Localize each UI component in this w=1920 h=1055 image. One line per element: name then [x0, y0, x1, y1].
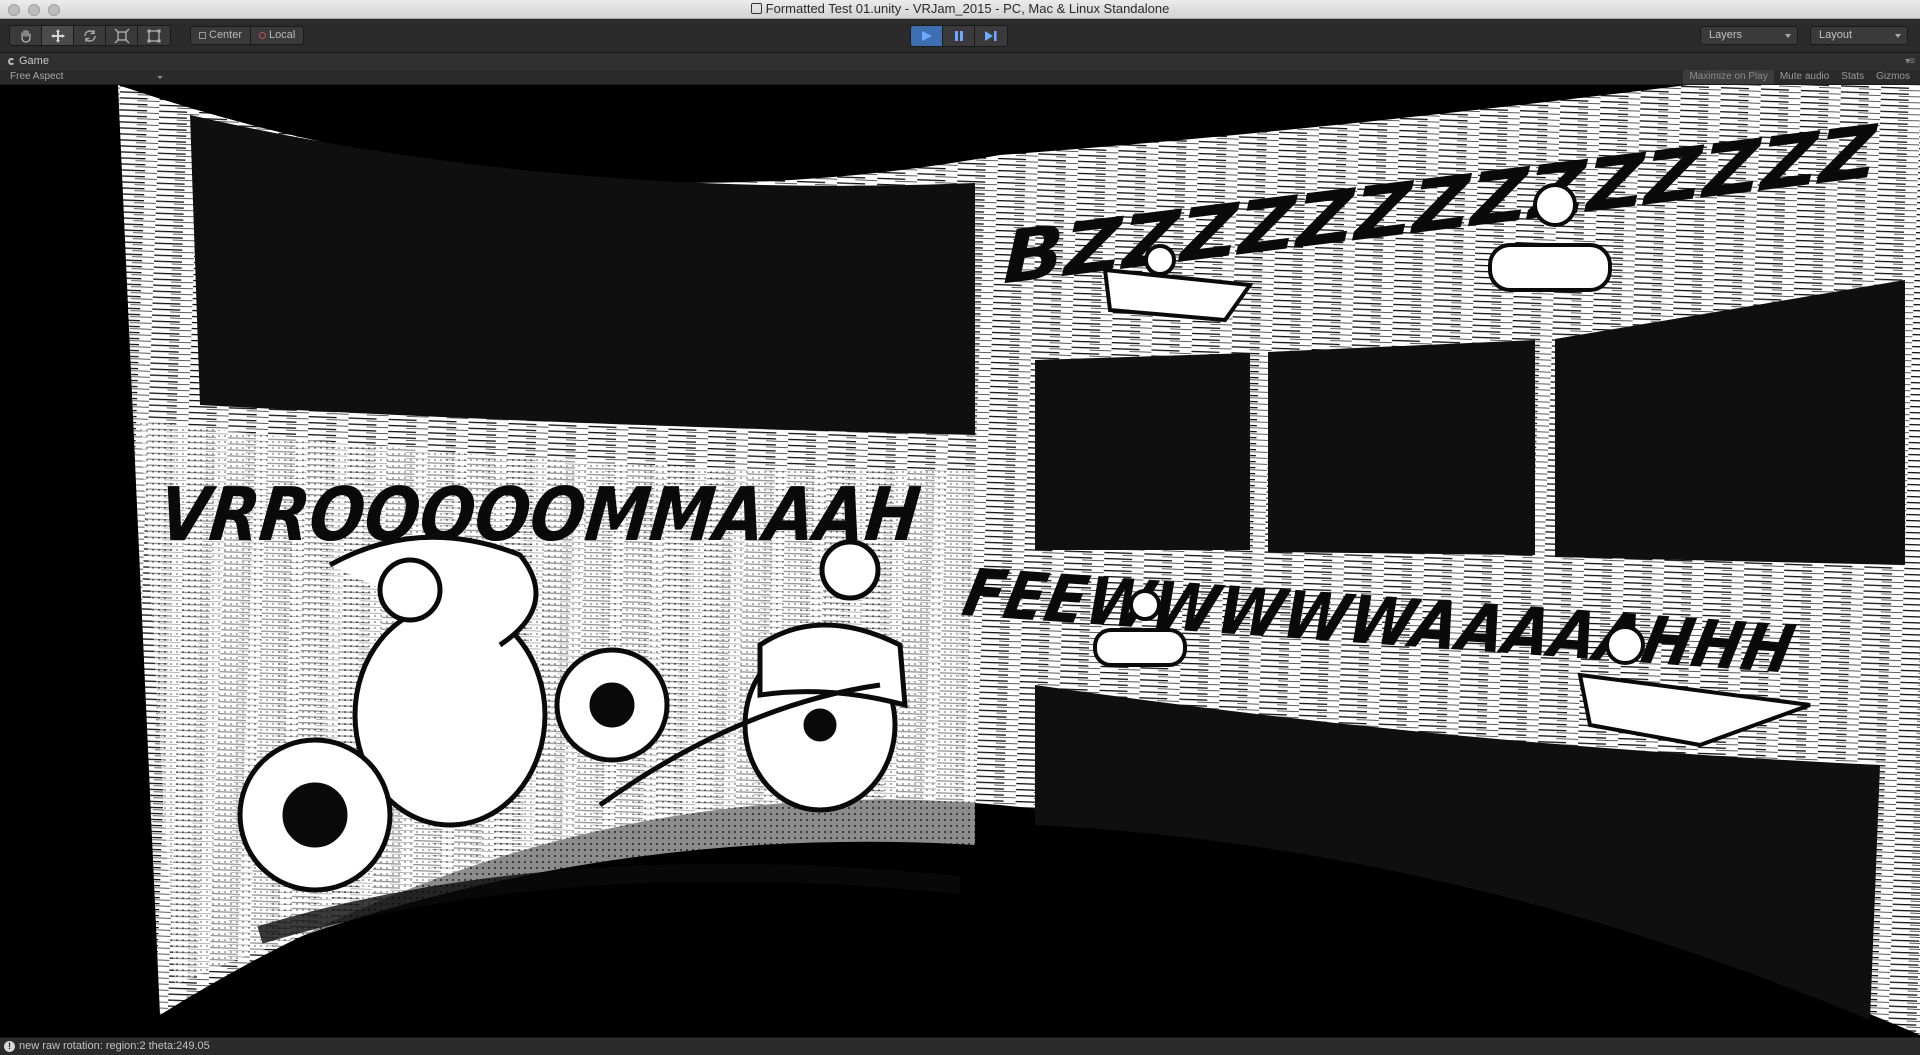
stats-toggle[interactable]: Stats	[1835, 70, 1870, 84]
layout-dropdown[interactable]: Layout	[1810, 26, 1908, 45]
unity-logo-icon	[750, 3, 762, 14]
scale-icon	[114, 28, 129, 43]
playback-controls	[910, 25, 1008, 47]
comic-panel-right-1	[1035, 353, 1250, 550]
rect-tool-button[interactable]	[138, 26, 170, 45]
info-icon: !	[4, 1041, 15, 1052]
step-button[interactable]	[975, 26, 1007, 46]
hand-tool-button[interactable]	[10, 26, 42, 45]
game-controller-icon	[8, 57, 15, 65]
game-view-toggles: Maximize on Play Mute audio Stats Gizmos	[1683, 70, 1916, 84]
pivot-icon	[199, 32, 206, 39]
space-label: Local	[269, 29, 296, 41]
pivot-label: Center	[209, 29, 243, 41]
game-view-controls: Free Aspect Maximize on Play Mute audio …	[0, 70, 1920, 85]
status-message: new raw rotation: region:2 theta:249.05	[19, 1040, 210, 1052]
panel-menu-icon[interactable]: ▾≡	[1905, 56, 1915, 67]
move-icon	[50, 28, 65, 43]
scale-tool-button[interactable]	[106, 26, 138, 45]
comic-panel-race-art: VRROOOOOMMAAAH	[140, 420, 975, 985]
game-viewport[interactable]: VRROOOOOMMAAAH BZZZZZZZZZZZZZZ FEEWWWWWA…	[0, 85, 1920, 1037]
tab-game[interactable]: Game	[8, 55, 49, 67]
chevron-down-icon	[1785, 34, 1791, 38]
tab-game-label: Game	[19, 55, 49, 67]
hand-icon	[20, 29, 31, 43]
transform-tools	[9, 25, 171, 46]
pivot-controls: Center Local	[190, 26, 305, 45]
pivot-center-toggle[interactable]: Center	[191, 27, 252, 44]
comic-panel-top-left	[190, 115, 975, 435]
comic-sfx-left: VRROOOOOMMAAAH	[155, 472, 924, 558]
play-icon	[921, 31, 932, 41]
game-tab-bar: Game ▾≡	[0, 53, 1920, 70]
console-status-bar[interactable]: ! new raw rotation: region:2 theta:249.0…	[0, 1037, 1920, 1055]
maximize-on-play-toggle[interactable]: Maximize on Play	[1683, 70, 1774, 84]
curved-comic-scene: VRROOOOOMMAAAH BZZZZZZZZZZZZZZ FEEWWWWWA…	[118, 85, 1920, 1035]
mute-audio-toggle[interactable]: Mute audio	[1774, 70, 1835, 84]
chevron-down-icon	[1895, 34, 1901, 38]
main-toolbar: Center Local Layers Layout	[0, 19, 1920, 53]
comic-panel-right-2	[1268, 340, 1535, 555]
pause-button[interactable]	[943, 26, 975, 46]
rotate-icon	[83, 29, 96, 42]
layers-dropdown[interactable]: Layers	[1700, 26, 1798, 45]
window-title: Formatted Test 01.unity - VRJam_2015 - P…	[0, 1, 1920, 16]
pivot-local-toggle[interactable]: Local	[251, 27, 303, 44]
step-icon	[985, 31, 997, 41]
rect-icon	[147, 29, 161, 42]
pause-icon	[954, 31, 963, 41]
rotate-tool-button[interactable]	[74, 26, 106, 45]
chevron-down-icon	[157, 76, 163, 79]
local-space-icon	[259, 32, 267, 39]
aspect-dropdown[interactable]: Free Aspect	[10, 71, 63, 82]
window-title-bar: Formatted Test 01.unity - VRJam_2015 - P…	[0, 0, 1920, 19]
layout-label: Layout	[1819, 29, 1853, 41]
layers-label: Layers	[1709, 29, 1743, 41]
gizmos-dropdown[interactable]: Gizmos	[1870, 70, 1916, 84]
move-tool-button[interactable]	[42, 26, 74, 45]
play-button[interactable]	[911, 26, 943, 46]
